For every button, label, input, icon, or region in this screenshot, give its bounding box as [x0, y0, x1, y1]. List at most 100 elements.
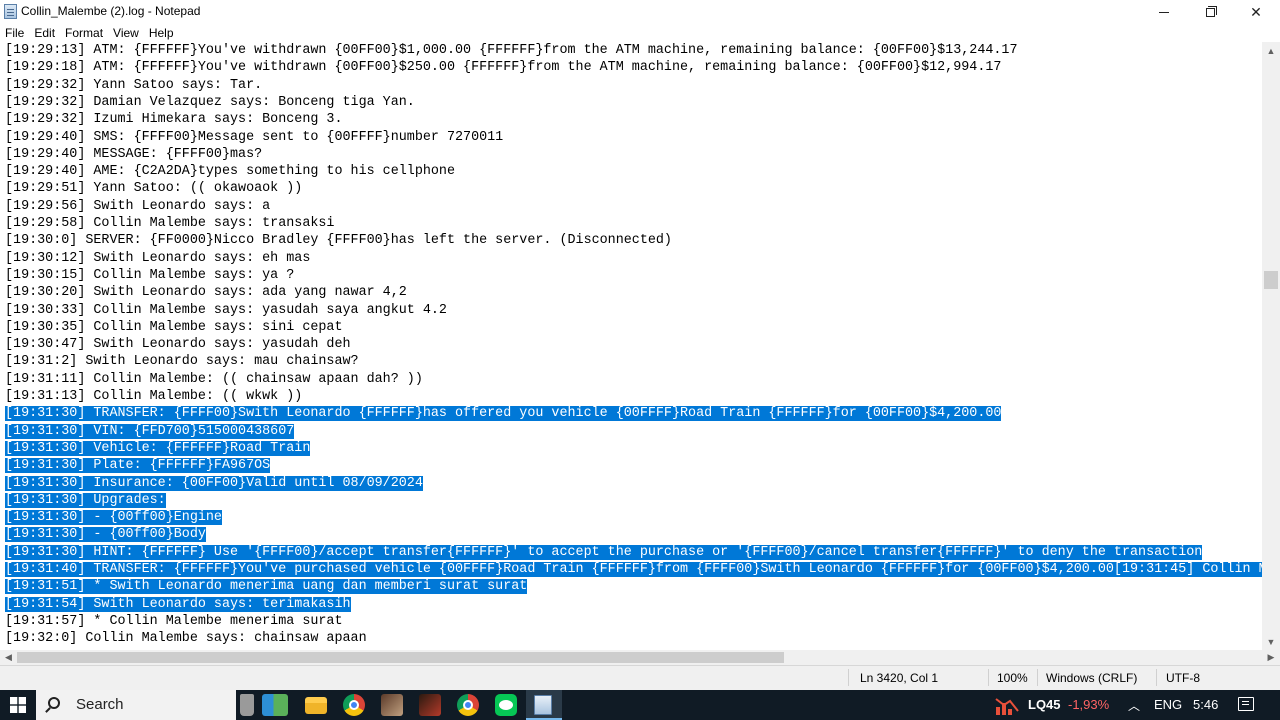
log-line: [19:29:56] Swith Leonardo says: a [0, 198, 270, 215]
selected-text: [19:31:30] HINT: {FFFFFF} Use '{FFFF00}/… [5, 544, 1203, 560]
line-text: [19:32:0] Collin Malembe says: chainsaw … [5, 631, 367, 647]
log-line: [19:31:54] Swith Leonardo says: terimaka… [0, 596, 351, 613]
cursor-position: Ln 3420, Col 1 [860, 671, 939, 685]
line-text: [19:30:15] Collin Malembe says: ya ? [5, 267, 295, 283]
menu-file[interactable]: File [0, 24, 29, 42]
log-line: [19:31:30] Plate: {FFFFFF}FA967OS [0, 457, 271, 474]
stock-ticker[interactable]: LQ45 [1028, 697, 1061, 712]
selected-text: [19:31:54] Swith Leonardo says: terimaka… [5, 596, 351, 612]
chrome-center [349, 700, 359, 710]
scroll-up-icon[interactable]: ▲ [1262, 42, 1280, 59]
log-line: [19:31:30] Upgrades: [0, 492, 166, 509]
log-line: [19:29:32] Yann Satoo says: Tar. [0, 77, 262, 94]
selected-text: [19:31:51] * Swith Leonardo menerima uan… [5, 579, 528, 595]
search-label: Search [76, 696, 124, 713]
line-text: [19:29:58] Collin Malembe says: transaks… [5, 216, 335, 231]
line-ending: Windows (CRLF) [1046, 671, 1138, 685]
log-line: [19:31:30] - {00ff00}Body [0, 526, 206, 543]
restore-button[interactable] [1187, 0, 1233, 24]
window-title: Collin_Malembe (2).log - Notepad [21, 4, 201, 18]
chrome-icon[interactable] [343, 694, 365, 716]
text-editor[interactable]: [19:29:13] ATM: {FFFFFF}You've withdrawn… [0, 42, 1262, 650]
zoom-level: 100% [997, 671, 1028, 685]
clock[interactable]: 5:46 [1193, 697, 1218, 712]
scrollbar-corner: ▶ [1262, 650, 1280, 665]
stock-chart-icon[interactable] [994, 695, 1022, 717]
game-app-2-icon[interactable] [419, 694, 441, 716]
minimize-icon [1159, 11, 1169, 13]
log-line: [19:31:30] Vehicle: {FFFFFF}Road Train [0, 440, 311, 457]
line-app-icon[interactable] [495, 694, 517, 716]
line-text: [19:29:32] Izumi Himekara says: Bonceng … [5, 112, 343, 128]
close-button[interactable]: ✕ [1233, 0, 1279, 24]
file-explorer-icon[interactable] [305, 697, 327, 714]
horizontal-scrollbar[interactable]: ◀ [0, 650, 1262, 665]
horizontal-scroll-thumb[interactable] [17, 652, 784, 663]
taskbar-search[interactable]: Search [36, 690, 236, 720]
log-line: [19:29:40] MESSAGE: {FFFF00}mas? [0, 146, 262, 163]
minimize-button[interactable] [1141, 0, 1187, 24]
status-divider [1156, 669, 1157, 686]
notifications-lines [1242, 701, 1249, 702]
log-line: [19:31:30] VIN: {FFD700}515000438607 [0, 423, 295, 440]
menu-format[interactable]: Format [60, 24, 108, 42]
selected-text: [19:31:30] Insurance: {00FF00}Valid unti… [5, 475, 423, 491]
selected-text: [19:31:30] - {00ff00}Engine [5, 510, 222, 526]
language-indicator[interactable]: ENG [1154, 697, 1182, 712]
chrome-profile-center [463, 700, 473, 710]
encoding: UTF-8 [1166, 671, 1200, 685]
restore-icon [1205, 5, 1217, 17]
line-text: [19:30:35] Collin Malembe says: sini cep… [5, 319, 343, 335]
log-line: [19:32:0] Collin Malembe says: chainsaw … [0, 630, 367, 647]
log-line: [19:29:40] AME: {C2A2DA}types something … [0, 163, 455, 180]
log-line: [19:31:30] HINT: {FFFFFF} Use '{FFFF00}/… [0, 544, 1203, 561]
game-app-1-icon[interactable] [381, 694, 403, 716]
menu-view[interactable]: View [108, 24, 144, 42]
notepad-taskbar-icon [534, 695, 552, 715]
scroll-down-icon[interactable]: ▼ [1262, 633, 1280, 650]
windows-logo-icon [10, 697, 26, 713]
scroll-left-icon[interactable]: ◀ [0, 650, 17, 665]
log-line: [19:29:58] Collin Malembe says: transaks… [0, 215, 334, 232]
line-text: [19:29:56] Swith Leonardo says: a [5, 198, 271, 214]
line-text: [19:31:57] * Collin Malembe menerima sur… [5, 613, 343, 629]
menu-edit[interactable]: Edit [29, 24, 60, 42]
log-line: [19:31:30] - {00ff00}Engine [0, 509, 222, 526]
title-bar: Collin_Malembe (2).log - Notepad ✕ [0, 0, 1280, 24]
line-text: [19:30:0] SERVER: {FF0000}Nicco Bradley … [5, 233, 672, 249]
selected-text: [19:31:30] - {00ff00}Body [5, 527, 206, 543]
line-text: [19:31:13] Collin Malembe: (( wkwk )) [5, 389, 303, 404]
status-divider [988, 669, 989, 686]
log-line: [19:31:30] TRANSFER: {FFFF00}Swith Leona… [0, 405, 1002, 422]
menu-bar: File Edit Format View Help [0, 24, 1280, 42]
log-line: [19:30:20] Swith Leonardo says: ada yang… [0, 284, 407, 301]
notepad-taskbar-button[interactable] [526, 690, 562, 720]
vertical-scroll-thumb[interactable] [1264, 271, 1278, 289]
log-line: [19:31:40] TRANSFER: {FFFFFF}You've purc… [0, 561, 1262, 578]
line-text: [19:29:40] SMS: {FFFF00}Message sent to … [5, 129, 504, 145]
notifications-icon[interactable] [1238, 697, 1254, 711]
log-line: [19:30:15] Collin Malembe says: ya ? [0, 267, 294, 284]
close-icon: ✕ [1250, 3, 1262, 20]
line-text: [19:30:47] Swith Leonardo says: yasudah … [5, 337, 351, 353]
log-line: [19:30:0] SERVER: {FF0000}Nicco Bradley … [0, 232, 672, 249]
chrome-profile-icon[interactable] [457, 694, 479, 716]
log-line: [19:31:51] * Swith Leonardo menerima uan… [0, 578, 528, 595]
menu-help[interactable]: Help [144, 24, 179, 42]
library-app-icon[interactable] [262, 694, 288, 716]
line-text: [19:29:32] Damian Velazquez says: Boncen… [5, 94, 415, 110]
start-button[interactable] [0, 690, 36, 720]
scroll-right-icon[interactable]: ▶ [1262, 650, 1280, 665]
vertical-scrollbar[interactable]: ▲ ▼ [1262, 42, 1280, 650]
status-divider [1037, 669, 1038, 686]
line-text: [19:29:40] MESSAGE: {FFFF00}mas? [5, 146, 263, 162]
line-text: [19:30:12] Swith Leonardo says: eh mas [5, 250, 311, 266]
selected-text: [19:31:30] VIN: {FFD700}515000438607 [5, 423, 295, 439]
line-text: [19:29:32] Yann Satoo says: Tar. [5, 77, 263, 93]
line-text: [19:30:33] Collin Malembe says: yasudah … [5, 302, 447, 318]
line-text: [19:29:13] ATM: {FFFFFF}You've withdrawn… [5, 43, 1018, 58]
line-text: [19:31:11] Collin Malembe: (( chainsaw a… [5, 371, 423, 387]
log-line: [19:31:11] Collin Malembe: (( chainsaw a… [0, 371, 423, 388]
chevron-up-icon[interactable]: ︿ [1128, 697, 1140, 714]
trash-app-icon[interactable] [240, 694, 254, 716]
